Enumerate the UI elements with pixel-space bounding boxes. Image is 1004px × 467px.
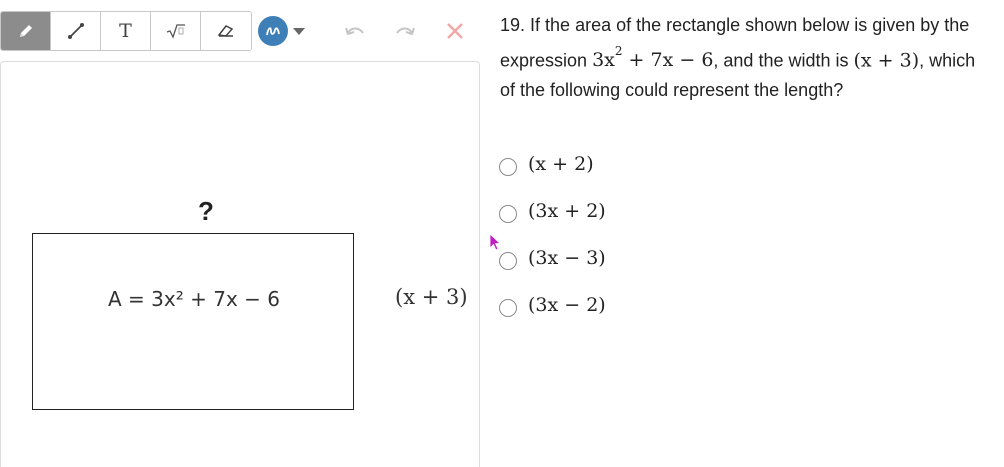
radio-button[interactable] bbox=[499, 157, 517, 176]
choice-label: (3x − 3) bbox=[528, 246, 606, 269]
equation-tool-button[interactable] bbox=[151, 12, 201, 50]
redo-button[interactable] bbox=[393, 19, 417, 43]
undo-button[interactable] bbox=[343, 19, 367, 43]
area-expression: 3x2 + 7x − 6 bbox=[592, 44, 714, 72]
choice-label: (3x − 2) bbox=[528, 293, 606, 316]
line-icon bbox=[67, 22, 85, 40]
pencil-tool-button[interactable] bbox=[1, 12, 51, 50]
line-tool-button[interactable] bbox=[51, 12, 101, 50]
color-swatch bbox=[258, 16, 288, 46]
scribble-icon bbox=[266, 27, 280, 36]
radio-button[interactable] bbox=[499, 204, 517, 223]
eraser-icon bbox=[217, 23, 235, 39]
clear-button[interactable] bbox=[443, 19, 467, 43]
text-tool-button[interactable]: T bbox=[101, 12, 151, 50]
choice-b[interactable]: (3x + 2) bbox=[499, 187, 606, 234]
redo-icon bbox=[396, 27, 415, 36]
width-expression-label: (x + 3) bbox=[395, 285, 468, 309]
tool-group: T bbox=[0, 11, 252, 51]
question-text: 19. If the area of the rectangle shown b… bbox=[500, 10, 990, 105]
eraser-tool-button[interactable] bbox=[201, 12, 251, 50]
answer-choices: (x + 2) (3x + 2) (3x − 3) (3x − 2) bbox=[499, 140, 606, 328]
choice-c[interactable]: (3x − 3) bbox=[499, 234, 606, 281]
choice-d[interactable]: (3x − 2) bbox=[499, 281, 606, 328]
drawing-toolbar: T bbox=[0, 11, 252, 51]
question-text-middle: , and the width is bbox=[713, 50, 849, 71]
choice-label: (3x + 2) bbox=[528, 199, 606, 222]
pencil-icon bbox=[17, 22, 35, 40]
area-expression-label: A = 3x² + 7x − 6 bbox=[108, 287, 280, 311]
choice-label: (x + 2) bbox=[528, 152, 594, 175]
width-expression: (x + 3) bbox=[853, 49, 920, 72]
question-number: 19. bbox=[500, 15, 526, 35]
color-picker-button[interactable] bbox=[258, 16, 305, 46]
undo-icon bbox=[345, 27, 364, 36]
text-icon: T bbox=[119, 20, 132, 42]
chevron-down-icon bbox=[293, 27, 305, 35]
choice-a[interactable]: (x + 2) bbox=[499, 140, 606, 187]
radio-button[interactable] bbox=[499, 298, 517, 317]
rectangle-figure: A = 3x² + 7x − 6 bbox=[32, 233, 354, 410]
close-icon bbox=[447, 23, 463, 39]
mouse-cursor-icon bbox=[489, 233, 503, 258]
unknown-length-label: ? bbox=[198, 196, 214, 226]
sqrt-icon bbox=[166, 23, 186, 39]
